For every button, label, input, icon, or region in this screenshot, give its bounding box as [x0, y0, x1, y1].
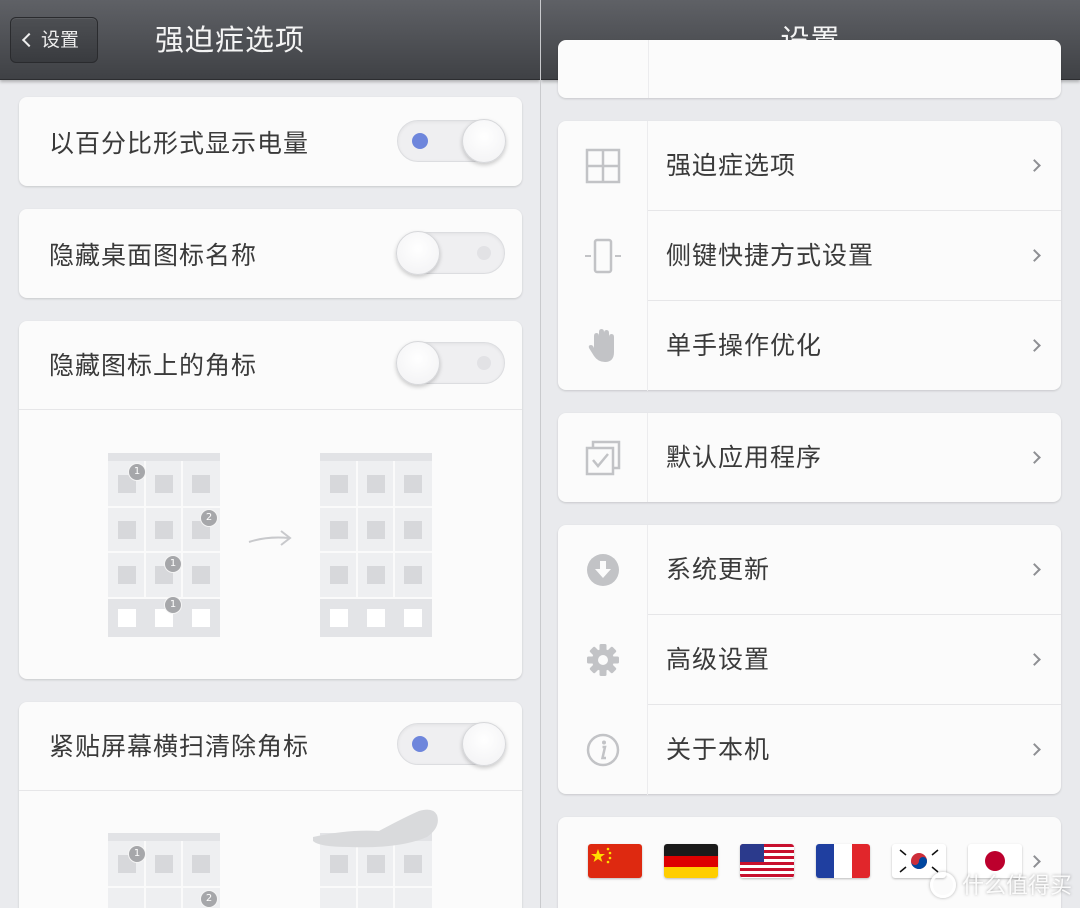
chevron-right-icon	[1028, 249, 1041, 262]
phone-before-illustration: 1 2 1 1	[108, 453, 220, 637]
toggle-indicator	[412, 133, 428, 149]
download-icon	[587, 554, 619, 586]
hide-icon-names-card: 隐藏桌面图标名称	[19, 209, 522, 298]
battery-percent-toggle[interactable]	[397, 119, 506, 163]
settings-item-obsessive-options[interactable]: 强迫症选项	[558, 121, 1061, 211]
badge: 2	[200, 890, 218, 908]
badge: 1	[128, 845, 146, 863]
germany-flag[interactable]	[664, 844, 718, 878]
settings-item-about[interactable]: 关于本机	[558, 705, 1061, 795]
hand-swipe-icon	[313, 809, 438, 848]
battery-percent-card: 以百分比形式显示电量	[19, 97, 522, 186]
hand-icon	[588, 329, 614, 362]
hide-badges-label: 隐藏图标上的角标	[49, 351, 258, 380]
settings-panel: 设置 强迫症选项	[541, 0, 1080, 908]
settings-group-3: 系统更新 高级设置 关于本机	[558, 525, 1061, 795]
previous-settings-card	[558, 40, 1061, 98]
obsessive-options-panel: 设置 强迫症选项 以百分比形式显示电量 隐藏桌面图标名称 隐藏图标上的角标 1 …	[0, 0, 540, 908]
watermark-text: 什么值得买	[961, 874, 1072, 899]
toggle-indicator	[412, 736, 428, 752]
page-title: 强迫症选项	[154, 23, 305, 57]
settings-group-2: 默认应用程序	[558, 413, 1061, 502]
settings-item-one-hand[interactable]: 单手操作优化	[558, 301, 1061, 391]
info-icon	[586, 733, 620, 767]
settings-item-label: 高级设置	[666, 645, 771, 674]
divider	[19, 409, 522, 410]
default-app-icon	[585, 440, 621, 476]
badge: 2	[200, 509, 218, 527]
hide-icon-names-label: 隐藏桌面图标名称	[49, 241, 258, 270]
chevron-right-icon	[1028, 563, 1041, 576]
settings-item-label: 侧键快捷方式设置	[666, 241, 875, 270]
usa-flag[interactable]	[740, 844, 794, 878]
badge: 1	[128, 463, 146, 481]
settings-item-label: 默认应用程序	[666, 443, 823, 472]
settings-group-1: 强迫症选项 侧键快捷方式设置 单手操作优化	[558, 121, 1061, 391]
swipe-clear-badges-toggle[interactable]	[397, 722, 506, 766]
phone-swipe-illustration: 1 2	[108, 833, 220, 908]
badge: 1	[164, 555, 182, 573]
settings-item-advanced[interactable]: 高级设置	[558, 615, 1061, 705]
settings-item-label: 强迫症选项	[666, 151, 797, 180]
hide-icon-names-toggle[interactable]	[396, 231, 505, 275]
hide-badges-card: 隐藏图标上的角标 1 2 1 1	[19, 321, 522, 679]
settings-item-label: 系统更新	[666, 555, 771, 584]
toggle-knob	[462, 119, 506, 163]
swipe-clear-badges-card: 紧贴屏幕横扫清除角标 1 2	[19, 702, 522, 908]
battery-percent-label: 以百分比形式显示电量	[49, 129, 310, 158]
chevron-right-icon[interactable]	[1028, 855, 1041, 868]
gear-icon	[587, 644, 619, 676]
hide-badges-toggle[interactable]	[396, 341, 505, 385]
phone-after-illustration	[320, 453, 432, 637]
france-flag[interactable]	[816, 844, 870, 878]
badge: 1	[164, 596, 182, 614]
china-flag[interactable]	[588, 844, 642, 878]
left-title-bar: 设置 强迫症选项	[0, 0, 540, 80]
settings-item-side-key[interactable]: 侧键快捷方式设置	[558, 211, 1061, 301]
swipe-clear-badges-label: 紧贴屏幕横扫清除角标	[49, 732, 310, 761]
settings-item-system-update[interactable]: 系统更新	[558, 525, 1061, 615]
grid-icon	[585, 148, 621, 184]
chevron-right-icon	[1028, 339, 1041, 352]
settings-item-default-apps[interactable]: 默认应用程序	[558, 413, 1061, 502]
settings-item-label: 关于本机	[666, 735, 771, 764]
chevron-right-icon	[1028, 653, 1041, 666]
chevron-right-icon	[1028, 743, 1041, 756]
chevron-right-icon	[1028, 159, 1041, 172]
toggle-knob	[396, 341, 440, 385]
settings-item-label: 单手操作优化	[666, 331, 823, 360]
watermark-logo-icon	[929, 872, 956, 898]
toggle-indicator	[477, 246, 491, 260]
toggle-indicator	[477, 356, 491, 370]
watermark: 什么值得买	[929, 868, 1072, 900]
divider	[19, 790, 522, 791]
toggle-knob	[462, 722, 506, 766]
toggle-knob	[396, 231, 440, 275]
phone-side-key-icon	[585, 238, 621, 274]
arrow-right-icon	[248, 530, 292, 546]
chevron-right-icon	[1028, 451, 1041, 464]
